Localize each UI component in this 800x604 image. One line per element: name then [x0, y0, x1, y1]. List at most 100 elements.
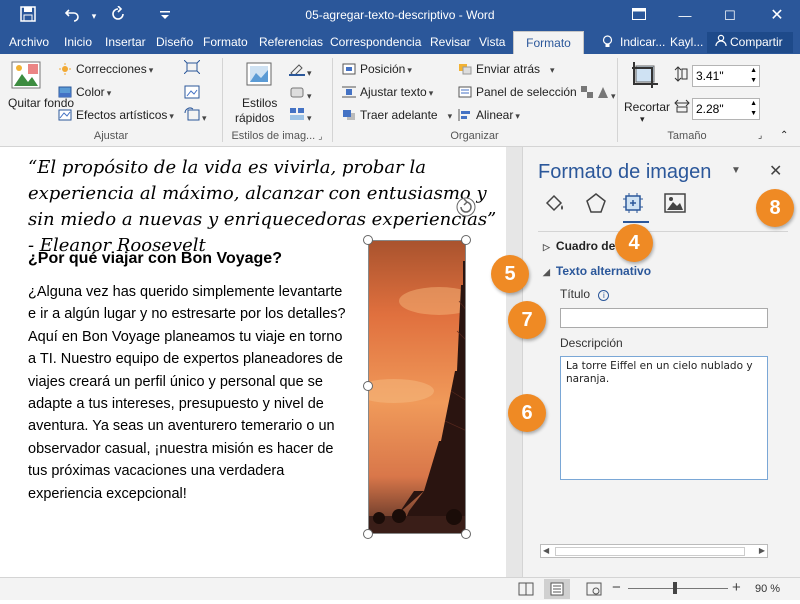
- read-mode-icon[interactable]: [518, 582, 534, 601]
- share-button[interactable]: Compartir: [707, 32, 793, 53]
- tell-me-icon[interactable]: [602, 35, 613, 51]
- web-layout-icon[interactable]: [586, 582, 602, 601]
- picture-effects-icon[interactable]: ▾: [289, 85, 312, 102]
- callout-badge-7: 7: [508, 301, 546, 339]
- send-backward-icon: [458, 63, 472, 75]
- posicion-button[interactable]: Posición ▾: [342, 62, 412, 76]
- correcciones-button[interactable]: Correcciones ▾: [58, 62, 153, 76]
- posicion-label: Posición: [360, 62, 406, 76]
- efectos-button[interactable]: Efectos artísticos ▾: [58, 108, 174, 122]
- tab-formato-imagen[interactable]: Formato: [513, 31, 584, 54]
- alinear-button[interactable]: Alinear ▾: [458, 108, 520, 122]
- position-icon: [342, 63, 356, 75]
- organizar-group-label: Organizar: [450, 130, 499, 142]
- fill-line-icon[interactable]: [543, 191, 567, 220]
- resize-handle-se[interactable]: [461, 529, 471, 539]
- tab-vista[interactable]: Vista: [479, 35, 505, 49]
- picture-border-icon[interactable]: ▾: [289, 62, 312, 79]
- rotate-handle-icon[interactable]: [455, 196, 477, 218]
- width-input[interactable]: 2.28" ▲ ▼: [692, 98, 760, 120]
- efectos-label: Efectos artísticos: [76, 108, 168, 122]
- color-label: Color: [76, 85, 105, 99]
- ribbon-tabs: Archivo Inicio Insertar Diseño Formato R…: [0, 32, 800, 54]
- change-picture-icon[interactable]: [184, 85, 200, 102]
- ajustar-texto-button[interactable]: Ajustar texto ▾: [342, 85, 433, 99]
- zoom-slider[interactable]: [628, 582, 728, 594]
- callout-badge-8: 8: [756, 189, 794, 227]
- rotate-icon[interactable]: ▾: [597, 85, 616, 102]
- pane-title: Formato de imagen: [538, 161, 712, 183]
- collapsed-arrow-icon: ▷: [543, 242, 550, 252]
- effects-pentagon-icon[interactable]: [584, 191, 608, 220]
- estilos-rapidos-button[interactable]: Estilos rápidos: [232, 58, 282, 128]
- info-icon[interactable]: i: [598, 290, 610, 301]
- height-spinner-icon[interactable]: ▲ ▼: [750, 66, 757, 86]
- height-icon: [674, 66, 688, 85]
- color-button[interactable]: Color ▾: [58, 85, 111, 99]
- group-icon[interactable]: [580, 85, 594, 102]
- enviar-atras-button[interactable]: Enviar atrás ▾: [458, 62, 555, 76]
- active-tab-indicator: [623, 221, 649, 223]
- scroll-thumb[interactable]: [555, 547, 745, 556]
- remove-background-icon: [11, 61, 41, 89]
- title-label-text: Título: [560, 287, 591, 301]
- scroll-right-icon[interactable]: ▶: [759, 546, 765, 555]
- collapse-ribbon-icon[interactable]: ⌃: [780, 130, 788, 141]
- zoom-out-icon[interactable]: −: [612, 579, 621, 596]
- height-input[interactable]: 3.41" ▲ ▼: [692, 65, 760, 87]
- title-bar: ▾ 05-agregar-texto-descriptivo - Word — …: [0, 0, 800, 32]
- compress-pictures-icon[interactable]: [183, 59, 201, 77]
- reset-picture-icon[interactable]: ▾: [184, 107, 207, 124]
- picture-tab-icon[interactable]: [663, 191, 687, 220]
- crop-icon: [632, 62, 658, 88]
- section-crop-header[interactable]: ▷ Cuadro de: [543, 239, 615, 253]
- effects-icon: [58, 109, 72, 121]
- tab-insertar[interactable]: Insertar: [105, 35, 146, 49]
- tab-referencias[interactable]: Referencias: [259, 35, 323, 49]
- dialog-launcher-icon[interactable]: ⌟: [318, 131, 322, 141]
- user-name[interactable]: Kayl...: [670, 35, 703, 49]
- title-input[interactable]: [560, 308, 768, 328]
- picture-styles-icon: [246, 62, 272, 86]
- selection-pane-icon: [458, 86, 472, 98]
- ribbon-display-icon[interactable]: [617, 0, 661, 32]
- estilos-label-2: rápidos: [235, 111, 275, 125]
- traer-adelante-button[interactable]: Traer adelante ▾: [342, 108, 452, 122]
- section-alt-text-header[interactable]: ◢ Texto alternativo: [543, 264, 651, 278]
- tab-diseno[interactable]: Diseño: [156, 35, 193, 49]
- tab-formato-texto[interactable]: Formato: [203, 35, 248, 49]
- quitar-fondo-button[interactable]: Quitar fondo: [6, 60, 74, 128]
- zoom-level[interactable]: 90 %: [755, 583, 780, 595]
- resize-handle-sw[interactable]: [363, 529, 373, 539]
- tab-inicio[interactable]: Inicio: [64, 35, 92, 49]
- tab-correspondencia[interactable]: Correspondencia: [330, 35, 421, 49]
- description-textarea[interactable]: La torre Eiffel en un cielo nublado y na…: [560, 356, 768, 480]
- scroll-left-icon[interactable]: ◀: [543, 546, 549, 555]
- resize-handle-nw[interactable]: [363, 235, 373, 245]
- zoom-slider-thumb[interactable]: [673, 582, 677, 594]
- panel-seleccion-button[interactable]: Panel de selección: [458, 85, 577, 99]
- tab-archivo[interactable]: Archivo: [9, 35, 49, 49]
- width-spinner-icon[interactable]: ▲ ▼: [750, 99, 757, 119]
- enviar-atras-label: Enviar atrás: [476, 62, 541, 76]
- print-layout-icon[interactable]: [544, 579, 570, 599]
- minimize-icon[interactable]: —: [663, 0, 707, 32]
- recortar-button[interactable]: Recortar ▾: [620, 58, 672, 128]
- size-dialog-launcher-icon[interactable]: ⌟: [758, 130, 762, 141]
- pane-options-icon[interactable]: ▼: [731, 165, 741, 176]
- resize-handle-ne[interactable]: [461, 235, 471, 245]
- tab-revisar[interactable]: Revisar: [430, 35, 471, 49]
- layout-properties-icon[interactable]: [621, 191, 645, 220]
- person-icon: [715, 32, 727, 53]
- estilos-group-text: Estilos de imag...: [231, 130, 316, 142]
- resize-handle-w[interactable]: [363, 381, 373, 391]
- close-window-icon[interactable]: ✕: [755, 0, 799, 32]
- tell-me-box[interactable]: Indicar...: [620, 35, 665, 49]
- pane-close-icon[interactable]: ✕: [769, 161, 782, 181]
- pane-horizontal-scrollbar[interactable]: ◀ ▶: [540, 544, 768, 558]
- maximize-icon[interactable]: ☐: [708, 0, 752, 32]
- eiffel-tower-picture[interactable]: [368, 240, 466, 534]
- picture-layout-icon[interactable]: ▾: [289, 107, 312, 124]
- zoom-in-icon[interactable]: +: [732, 579, 741, 596]
- section-alt-label: Texto alternativo: [555, 264, 652, 278]
